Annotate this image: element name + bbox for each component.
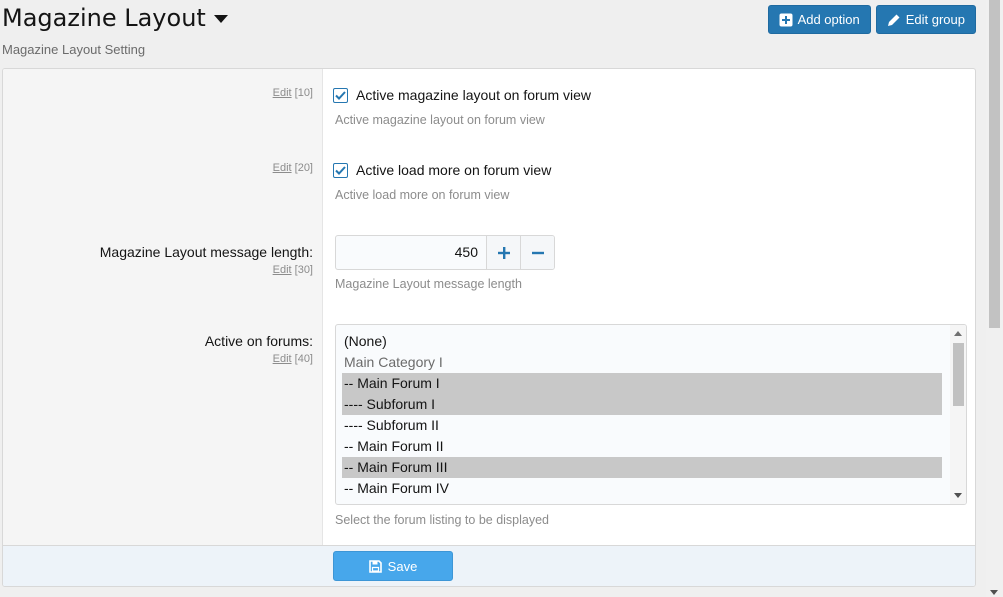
option-1-hint: Active magazine layout on forum view (335, 113, 545, 127)
option-1-edit-hint: Edit [10] (273, 87, 313, 99)
edit-group-label: Edit group (905, 12, 965, 27)
option-2-edit-hint: Edit [20] (273, 162, 313, 174)
option-2-order: [20] (294, 162, 313, 174)
option-1-checkbox[interactable] (333, 87, 348, 103)
label-column (3, 69, 323, 545)
forum-group-option: Main Category I (344, 354, 443, 370)
add-option-label: Add option (797, 12, 860, 27)
forum-option-selected[interactable]: ---- Subforum I (342, 394, 942, 415)
minus-icon (531, 251, 544, 254)
option-4-order: [40] (294, 353, 313, 365)
page-header: Magazine Layout Magazine Layout Setting … (0, 0, 985, 68)
option-1-row[interactable]: Active magazine layout on forum view (333, 87, 591, 103)
option-1-label: Active magazine layout on forum view (356, 87, 591, 103)
page-description: Magazine Layout Setting (2, 42, 146, 57)
scroll-down-arrow-icon[interactable] (954, 493, 962, 498)
scrollbar-thumb[interactable] (953, 343, 964, 406)
option-2-hint: Active load more on forum view (335, 188, 510, 202)
page-title-text: Magazine Layout (2, 4, 206, 32)
pencil-icon (887, 14, 900, 26)
forum-option[interactable]: -- Main Forum II (342, 436, 942, 457)
page-title[interactable]: Magazine Layout (2, 4, 228, 32)
decrement-button[interactable] (520, 236, 554, 269)
form-footer: Save (3, 545, 975, 586)
add-option-button[interactable]: Add option (767, 5, 871, 34)
plus-square-icon (779, 13, 793, 26)
plus-icon (497, 246, 510, 259)
forum-option[interactable]: -- Main Forum IV (342, 478, 942, 499)
forum-option[interactable]: ---- Subforum II (342, 415, 942, 436)
header-actions: Add option Edit group (767, 5, 976, 34)
option-1-edit-link[interactable]: Edit (273, 87, 292, 99)
option-3-edit-link[interactable]: Edit (273, 264, 292, 276)
option-2-label: Active load more on forum view (356, 162, 552, 178)
save-button[interactable]: Save (333, 551, 453, 581)
caret-down-icon[interactable] (213, 15, 228, 23)
option-4-hint: Select the forum listing to be displayed (335, 513, 550, 527)
option-3-label: Magazine Layout message length: (99, 244, 313, 260)
increment-button[interactable] (486, 236, 520, 269)
checkmark-icon (335, 90, 346, 100)
window-scrollbar[interactable] (986, 0, 1003, 597)
forum-option-selected[interactable]: -- Main Forum III (342, 457, 942, 478)
window-scrollbar-thumb[interactable] (989, 0, 1000, 328)
options-panel: Edit [10] Active magazine layout on foru… (2, 68, 976, 587)
option-4-edit-hint: Edit [40] (273, 353, 313, 365)
save-icon (368, 559, 382, 573)
message-length-input[interactable]: 450 (336, 236, 486, 269)
forum-multiselect[interactable]: (None) Main Category I -- Main Forum I -… (335, 324, 967, 505)
message-length-stepper[interactable]: 450 (335, 235, 555, 270)
forum-option-selected[interactable]: -- Main Forum I (342, 373, 942, 394)
option-3-edit-hint: Edit [30] (273, 264, 313, 276)
option-3-hint: Magazine Layout message length (335, 277, 522, 291)
option-4-label: Active on forums: (204, 333, 313, 349)
checkmark-icon (335, 165, 346, 175)
option-2-checkbox[interactable] (333, 162, 348, 178)
forum-option[interactable]: (None) (342, 331, 942, 352)
edit-group-button[interactable]: Edit group (875, 5, 976, 34)
listbox-scrollbar[interactable] (950, 325, 966, 504)
save-label: Save (387, 558, 418, 574)
option-2-row[interactable]: Active load more on forum view (333, 162, 551, 178)
option-2-edit-link[interactable]: Edit (273, 162, 292, 174)
option-1-order: [10] (294, 87, 313, 99)
window-scroll-down-arrow-icon[interactable] (990, 590, 998, 595)
option-3-order: [30] (294, 264, 313, 276)
scroll-up-arrow-icon[interactable] (954, 331, 962, 336)
option-4-edit-link[interactable]: Edit (273, 353, 292, 365)
